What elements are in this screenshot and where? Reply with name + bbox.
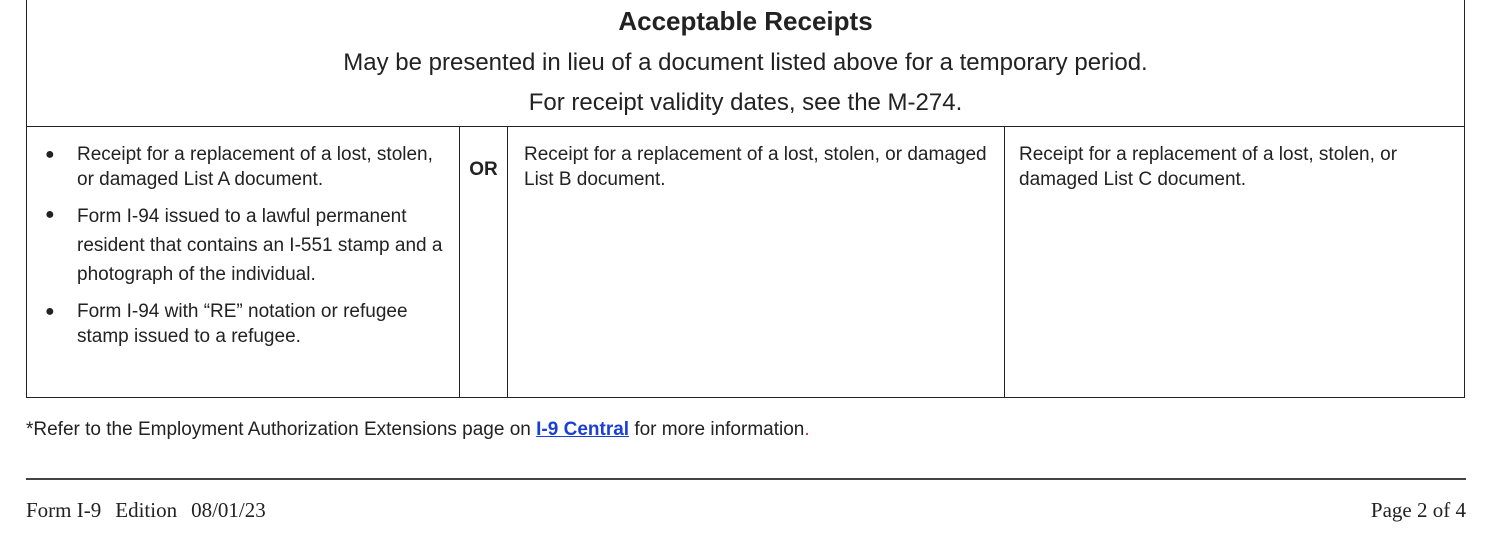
footnote-text-before: *Refer to the Employment Authorization E… [26,419,537,440]
bullet-icon: ● [45,206,55,223]
list-b-column: Receipt for a replacement of a lost, sto… [508,127,1004,397]
receipts-columns: ● Receipt for a replacement of a lost, st… [27,127,1464,397]
edition-label: Edition [115,498,178,522]
list-a-items: ● Receipt for a replacement of a lost, st… [45,142,451,349]
list-c-text: Receipt for a replacement of a lost, sto… [1019,144,1398,190]
page-number: Page 2 of 4 [1370,498,1466,522]
footer-divider [26,478,1466,480]
edition-date: 08/01/23 [191,498,266,522]
footnote: *Refer to the Employment Authorization E… [26,418,810,442]
bullet-icon: ● [45,303,55,320]
receipts-title: Acceptable Receipts [618,6,873,36]
footer-form-info: Form I-9 Edition 08/01/23 [26,497,280,523]
receipts-header: Acceptable Receipts May be presented in … [27,0,1464,127]
footnote-text-after: for more information [629,419,805,440]
or-separator: OR [459,127,508,397]
bullet-icon: ● [45,146,55,163]
i9-central-link[interactable]: I-9 Central [536,419,629,440]
list-a-column: ● Receipt for a replacement of a lost, st… [27,127,459,397]
list-c-column: Receipt for a replacement of a lost, sto… [1004,127,1464,397]
acceptable-receipts-table: Acceptable Receipts May be presented in … [26,0,1465,398]
footnote-period: . [804,419,810,440]
receipts-subtitle: May be presented in lieu of a document l… [343,49,1148,76]
list-item: ● Form I-94 with “RE” notation or refugee… [45,301,408,347]
list-item: ● Receipt for a replacement of a lost, st… [45,144,433,190]
list-item: ● Form I-94 issued to a lawful permanent … [45,202,451,289]
list-b-text: Receipt for a replacement of a lost, sto… [524,144,987,190]
form-name: Form I-9 [26,498,102,522]
receipts-validity-note: For receipt validity dates, see the M-27… [528,89,963,116]
